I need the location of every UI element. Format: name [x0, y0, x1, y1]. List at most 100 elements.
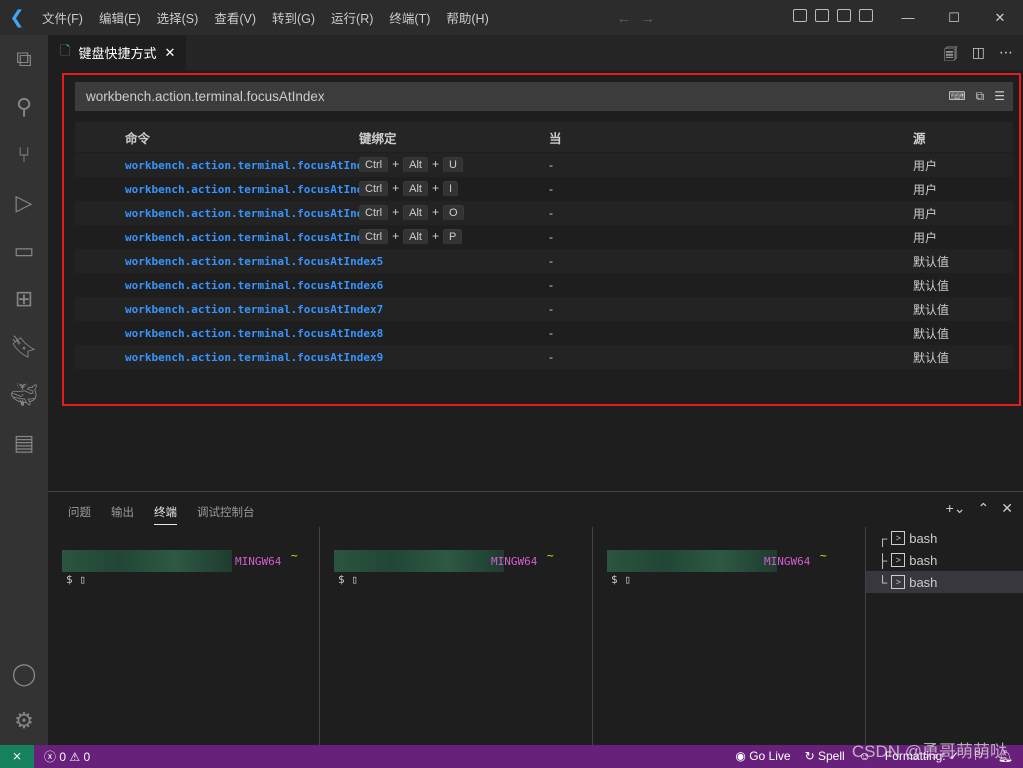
source-control-icon[interactable]: ⑂: [0, 131, 48, 179]
more-actions-icon[interactable]: ⋯: [999, 44, 1013, 68]
terminal-name: bash: [909, 530, 938, 546]
source: 用户: [913, 230, 938, 245]
menu-go[interactable]: 转到(G): [264, 8, 323, 27]
terminal-pane[interactable]: MINGW64 ~ $ ▯: [593, 527, 866, 746]
menu-selection[interactable]: 选择(S): [149, 8, 207, 27]
terminal-host: MINGW64: [235, 555, 282, 568]
toggle-sidebar-icon[interactable]: [793, 9, 807, 22]
when-clause: -: [549, 302, 553, 316]
maximize-panel-icon[interactable]: ⌃: [978, 500, 990, 517]
remote-explorer-icon[interactable]: ▭: [0, 227, 48, 275]
close-tab-icon[interactable]: ✕: [164, 45, 175, 61]
source: 用户: [913, 158, 938, 173]
terminal-name: bash: [909, 574, 938, 590]
when-clause: -: [549, 278, 553, 292]
menu-run[interactable]: 运行(R): [323, 8, 381, 27]
when-clause: -: [549, 254, 553, 268]
extensions-icon[interactable]: ⊞: [0, 275, 48, 323]
terminal-prompt: $ ▯: [338, 573, 358, 586]
keybinding[interactable]: Ctrl + Alt + O: [359, 205, 549, 221]
table-row[interactable]: workbench.action.terminal.focusAtIndex2 C…: [75, 177, 1013, 201]
close-window-icon[interactable]: ✕: [977, 10, 1023, 26]
table-row[interactable]: workbench.action.terminal.focusAtIndex8 -…: [75, 321, 1013, 345]
command-id: workbench.action.terminal.focusAtIndex4: [125, 230, 384, 244]
command-id: workbench.action.terminal.focusAtIndex7: [125, 302, 384, 316]
spell-label: Spell: [817, 749, 845, 763]
close-panel-icon[interactable]: ✕: [1001, 500, 1013, 517]
source: 默认值: [913, 302, 950, 317]
clear-search-icon[interactable]: ☰: [994, 89, 1005, 104]
bottom-panel: 问题 输出 终端 调试控制台 +⌄ ⌃ ✕ MINGW64 ~ $ ▯ MINGW64 ~ $…: [48, 491, 1023, 746]
record-keys-icon[interactable]: ⌨: [948, 89, 965, 104]
docker-icon[interactable]: 🐳︎: [0, 371, 48, 419]
plus-sign: +: [392, 157, 400, 171]
keybinding[interactable]: Ctrl + Alt + I: [359, 181, 549, 197]
notebook-icon[interactable]: ▤: [0, 419, 48, 467]
spell-button[interactable]: ↻ Spell: [805, 749, 845, 763]
plus-sign: +: [392, 181, 400, 195]
menu-edit[interactable]: 编辑(E): [91, 8, 149, 27]
table-row[interactable]: workbench.action.terminal.focusAtIndex5 -…: [75, 249, 1013, 273]
tab-terminal[interactable]: 终端: [154, 504, 177, 525]
menu-help[interactable]: 帮助(H): [438, 8, 496, 27]
open-json-icon[interactable]: 🗐: [944, 44, 958, 68]
go-live-button[interactable]: ◉ Go Live: [735, 749, 790, 763]
minimize-icon[interactable]: —: [885, 10, 931, 25]
watermark: CSDN @勇哥萌萌哒: [851, 742, 1007, 761]
table-row[interactable]: workbench.action.terminal.focusAtIndex9 -…: [75, 345, 1013, 369]
table-row[interactable]: workbench.action.terminal.focusAtIndex6 -…: [75, 273, 1013, 297]
table-row[interactable]: workbench.action.terminal.focusAtIndex1 C…: [75, 153, 1013, 177]
key-cap: Alt: [403, 205, 428, 221]
sort-by-precedence-icon[interactable]: ⧉: [976, 89, 985, 104]
menu-view[interactable]: 查看(V): [206, 8, 264, 27]
when-clause: -: [549, 206, 553, 220]
command-id: workbench.action.terminal.focusAtIndex9: [125, 350, 384, 364]
plus-sign: +: [431, 181, 439, 195]
search-icon[interactable]: ⚲: [0, 83, 48, 131]
tab-keyboard-shortcuts[interactable]: 🗋 键盘快捷方式 ✕: [48, 35, 186, 70]
terminal-tab[interactable]: ┌ > bash: [866, 527, 1023, 549]
terminal-tab[interactable]: └ > bash: [866, 571, 1023, 593]
explorer-icon[interactable]: ⧉: [0, 35, 48, 83]
terminal-icon: >: [891, 575, 906, 589]
table-row[interactable]: workbench.action.terminal.focusAtIndex3 C…: [75, 201, 1013, 225]
keybinding[interactable]: Ctrl + Alt + P: [359, 229, 549, 245]
terminal-tab[interactable]: ├ > bash: [866, 549, 1023, 571]
bookmarks-icon[interactable]: 🔖︎: [0, 323, 48, 371]
key-cap: Ctrl: [359, 157, 389, 173]
tab-problems[interactable]: 问题: [68, 504, 91, 525]
problems-status[interactable]: ⓧ 0 ⚠ 0: [44, 748, 90, 765]
accounts-icon[interactable]: ◯: [0, 650, 48, 698]
warning-count: 0: [83, 750, 91, 764]
terminal-pane[interactable]: MINGW64 ~ $ ▯: [320, 527, 593, 746]
settings-gear-icon[interactable]: ⚙: [0, 697, 48, 745]
tab-output[interactable]: 输出: [111, 504, 134, 525]
key-cap: Alt: [403, 181, 428, 197]
keybinding[interactable]: Ctrl + Alt + U: [359, 157, 549, 173]
table-row[interactable]: workbench.action.terminal.focusAtIndex4 C…: [75, 225, 1013, 249]
menu-file[interactable]: 文件(F): [34, 8, 91, 27]
nav-back-forward-icon[interactable]: ←→: [617, 10, 665, 26]
split-editor-icon[interactable]: ◫: [972, 44, 985, 68]
table-row[interactable]: workbench.action.terminal.focusAtIndex7 -…: [75, 297, 1013, 321]
remote-indicator-icon[interactable]: ⨯: [0, 745, 34, 768]
key-cap: U: [442, 157, 463, 173]
key-cap: Alt: [403, 229, 428, 245]
when-clause: -: [549, 230, 553, 244]
command-id: workbench.action.terminal.focusAtIndex6: [125, 278, 384, 292]
run-debug-icon[interactable]: ▷: [0, 179, 48, 227]
terminal-icon: >: [891, 531, 906, 545]
tab-debug-console[interactable]: 调试控制台: [197, 504, 255, 525]
menu-terminal[interactable]: 终端(T): [381, 8, 438, 27]
new-terminal-icon[interactable]: +⌄: [946, 500, 966, 517]
maximize-icon[interactable]: ☐: [931, 10, 977, 26]
customize-layout-icon[interactable]: [859, 9, 873, 22]
toggle-secondary-sidebar-icon[interactable]: [837, 9, 851, 22]
header-command: 命令: [125, 131, 151, 146]
file-icon: 🗋: [60, 42, 71, 58]
when-clause: -: [549, 326, 553, 340]
keybindings-search-input[interactable]: workbench.action.terminal.focusAtIndex ⌨…: [75, 82, 1013, 111]
keybindings-table: 命令 键绑定 当 源 workbench.action.terminal.foc…: [75, 122, 1013, 369]
toggle-panel-icon[interactable]: [815, 9, 829, 22]
terminal-pane[interactable]: MINGW64 ~ $ ▯: [48, 527, 320, 746]
